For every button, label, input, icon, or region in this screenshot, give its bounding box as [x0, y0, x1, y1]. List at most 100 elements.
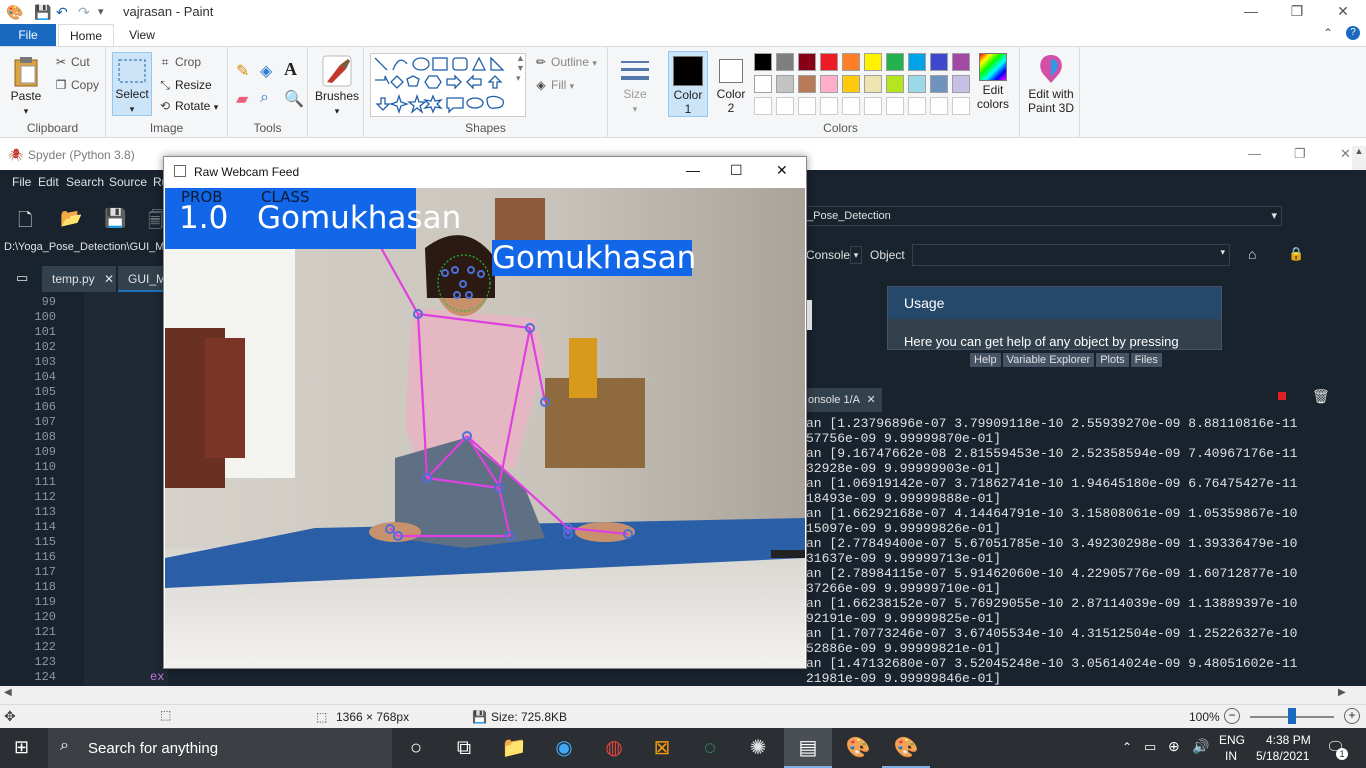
paint-close-button[interactable]: ✕	[1320, 0, 1366, 24]
palette-swatch[interactable]	[930, 53, 948, 71]
custom-color-slot[interactable]	[820, 97, 838, 115]
palette-swatch[interactable]	[908, 75, 926, 93]
save-file-icon[interactable]: 💾	[104, 208, 126, 229]
menu-source[interactable]: Source	[109, 175, 147, 189]
minimize-ribbon-icon[interactable]: ⌃	[1323, 26, 1333, 40]
shapes-scroll-icon[interactable]: ▲ ▼ ▾	[516, 53, 525, 84]
scroll-left-icon[interactable]: ◀	[4, 687, 12, 698]
pane-tab-files[interactable]: Files	[1130, 353, 1162, 367]
color2-button[interactable]: Color 2	[712, 51, 750, 117]
palette-swatch[interactable]	[754, 75, 772, 93]
resize-button[interactable]: ⤡ Resize	[158, 78, 212, 93]
palette-swatch[interactable]	[952, 53, 970, 71]
webcam-feed-taskbar-icon[interactable]: ▤	[784, 728, 832, 768]
custom-color-slot[interactable]	[908, 97, 926, 115]
custom-color-slot[interactable]	[798, 97, 816, 115]
canvas-scroll-up[interactable]: ▲	[1352, 146, 1366, 170]
lock-icon[interactable]: 🔒	[1288, 246, 1304, 262]
size-button[interactable]: Size ▾	[616, 55, 654, 115]
webcam-minimize-button[interactable]: —	[686, 162, 700, 178]
outline-button[interactable]: ✏ Outline ▾	[534, 55, 597, 69]
text-tool-icon[interactable]: A	[284, 59, 297, 80]
customize-qat-icon[interactable]: ▾	[98, 3, 104, 21]
tab-home[interactable]: Home	[58, 24, 114, 46]
palette-swatch[interactable]	[952, 75, 970, 93]
shapes-gallery[interactable]	[370, 53, 526, 117]
canvas-vertical-scrollbar[interactable]	[807, 300, 812, 330]
menu-search[interactable]: Search	[66, 175, 104, 189]
taskbar-search-box[interactable]: ⌕ Search for anything	[48, 728, 392, 768]
undo-icon[interactable]: ↶	[56, 3, 68, 21]
custom-color-slot[interactable]	[842, 97, 860, 115]
volume-icon[interactable]: 🔊	[1192, 738, 1209, 755]
tab-view[interactable]: View	[120, 24, 164, 46]
eraser-icon[interactable]: ▰	[236, 89, 248, 109]
spyder-taskbar-icon[interactable]: ✺	[734, 728, 782, 768]
brushes-button[interactable]: Brushes ▾	[314, 55, 360, 117]
edge-icon[interactable]: ◉	[540, 728, 588, 768]
language-bottom[interactable]: IN	[1225, 749, 1237, 763]
select-button[interactable]: Select ▾	[112, 52, 152, 116]
palette-swatch[interactable]	[930, 75, 948, 93]
custom-color-slot[interactable]	[886, 97, 904, 115]
menu-file[interactable]: File	[12, 175, 31, 189]
paint-taskbar-icon[interactable]: 🎨	[882, 728, 930, 768]
palette-swatch[interactable]	[886, 75, 904, 93]
object-input[interactable]: ▾	[912, 244, 1230, 266]
palette-swatch[interactable]	[842, 75, 860, 93]
custom-color-slot[interactable]	[952, 97, 970, 115]
zoom-out-button[interactable]: −	[1224, 708, 1240, 724]
xampp-icon[interactable]: ⊠	[638, 728, 686, 768]
webcam-maximize-button[interactable]: ☐	[730, 162, 743, 179]
tray-overflow-icon[interactable]: ⌃	[1122, 740, 1132, 754]
trash-icon[interactable]: 🗑	[1312, 388, 1330, 405]
help-icon[interactable]: ?	[1346, 26, 1360, 40]
palette-swatch[interactable]	[776, 75, 794, 93]
scroll-right-icon[interactable]: ▶	[1338, 687, 1346, 698]
new-file-icon[interactable]: 🗋	[18, 208, 32, 238]
paint-minimize-button[interactable]: —	[1228, 0, 1274, 24]
tab-file[interactable]: File	[0, 24, 56, 46]
zoom-in-button[interactable]: +	[1344, 708, 1360, 724]
close-tab-icon[interactable]: ✕	[104, 272, 114, 286]
stop-kernel-icon[interactable]	[1278, 392, 1286, 400]
cortana-icon[interactable]: ○	[392, 728, 440, 768]
zoom-slider-thumb[interactable]	[1288, 708, 1296, 724]
pane-tab-variable-explorer[interactable]: Variable Explorer	[1002, 353, 1095, 367]
magnifier-icon[interactable]: 🔍	[284, 89, 304, 109]
spyder-close-button[interactable]: ✕	[1340, 146, 1351, 162]
palette-swatch[interactable]	[886, 53, 904, 71]
code-editor[interactable]: ex	[84, 292, 168, 686]
paint-maximize-button[interactable]: ❐	[1274, 0, 1320, 24]
paste-button[interactable]: Paste ▾	[6, 55, 46, 117]
edit-with-paint3d-button[interactable]: Edit with Paint 3D	[1024, 53, 1078, 115]
edit-colors-button[interactable]: Edit colors	[974, 53, 1012, 111]
custom-color-slot[interactable]	[930, 97, 948, 115]
editor-tab-gui[interactable]: GUI_Ma	[118, 266, 173, 292]
palette-swatch[interactable]	[776, 53, 794, 71]
fill-bucket-icon[interactable]: ◈	[260, 61, 272, 81]
anaconda-icon[interactable]: ◌	[686, 728, 734, 768]
rotate-button[interactable]: ⟲ Rotate ▾	[158, 99, 218, 113]
windows-start-icon[interactable]: ⊞	[14, 737, 29, 758]
spyder-maximize-button[interactable]: ❐	[1294, 146, 1306, 162]
palette-swatch[interactable]	[820, 53, 838, 71]
save-icon[interactable]: 💾	[34, 3, 51, 21]
color-picker-icon[interactable]: ⌕	[260, 89, 269, 107]
redo-icon[interactable]: ↷	[78, 3, 90, 21]
copy-button[interactable]: ❐ Copy	[54, 78, 99, 92]
webcam-close-button[interactable]: ✕	[776, 162, 788, 179]
color1-button[interactable]: Color 1	[668, 51, 708, 117]
project-path-combo[interactable]: _Pose_Detection ▾	[806, 206, 1282, 226]
palette-swatch[interactable]	[754, 53, 772, 71]
console-tab[interactable]: onsole 1/A ✕	[806, 388, 882, 412]
menu-edit[interactable]: Edit	[38, 175, 59, 189]
tab-browse-icon[interactable]: ▭	[16, 270, 28, 286]
palette-swatch[interactable]	[798, 75, 816, 93]
palette-swatch[interactable]	[864, 75, 882, 93]
custom-color-slot[interactable]	[776, 97, 794, 115]
editor-tab-temp[interactable]: temp.py ✕	[42, 266, 116, 292]
source-combo-arrow[interactable]: ▾	[850, 246, 862, 264]
open-folder-icon[interactable]: 📂	[60, 208, 82, 229]
close-console-icon[interactable]: ✕	[866, 394, 875, 406]
